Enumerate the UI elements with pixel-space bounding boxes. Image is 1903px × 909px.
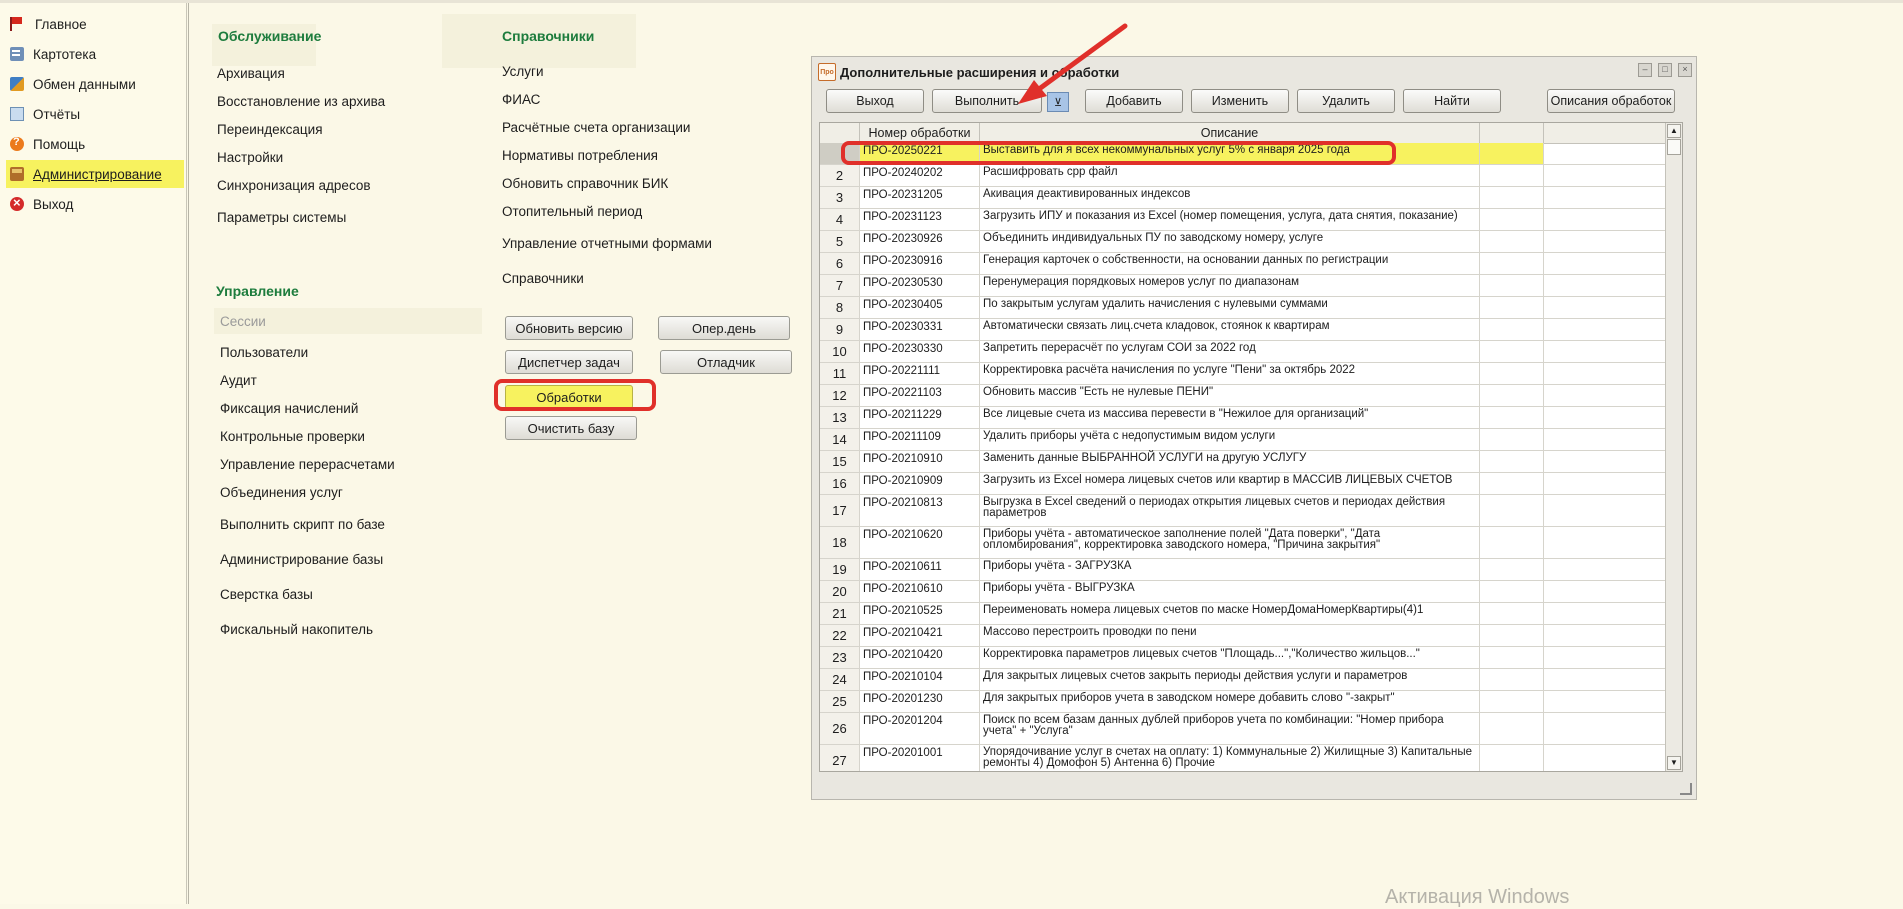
- annotation-arrow: [1018, 23, 1128, 104]
- windows-activation-watermark: Активация Windows: [1385, 886, 1570, 908]
